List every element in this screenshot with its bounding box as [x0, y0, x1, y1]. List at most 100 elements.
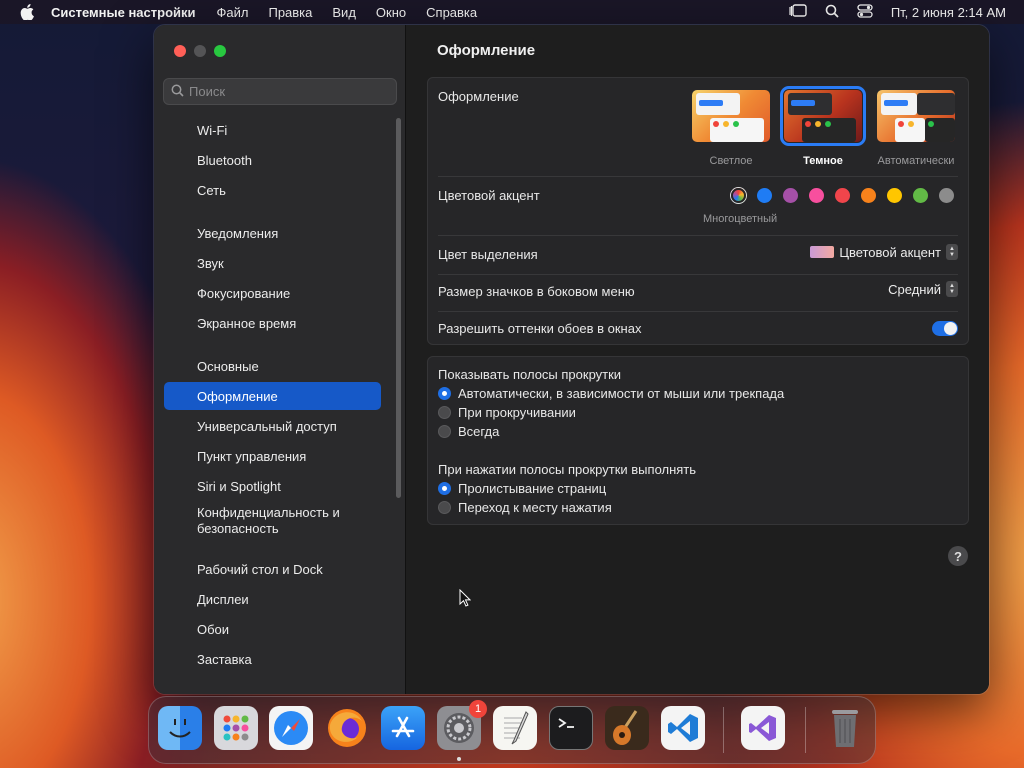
- menu-help[interactable]: Справка: [426, 5, 477, 20]
- mouse-cursor-icon: [459, 588, 472, 610]
- stage-manager-icon[interactable]: [789, 3, 807, 21]
- accent-orange-swatch[interactable]: [861, 188, 876, 203]
- scrollbars-auto-option[interactable]: Автоматически, в зависимости от мыши или…: [438, 386, 784, 401]
- search-input[interactable]: [189, 84, 389, 99]
- sidebar-item-label: Экранное время: [197, 315, 297, 331]
- sidebar-item-screen-time[interactable]: Экранное время: [164, 309, 381, 337]
- trash-icon[interactable]: [823, 706, 867, 750]
- sidebar-item-network[interactable]: Сеть: [164, 176, 381, 204]
- sidebar-item-label: Конфиденциальность и безопасность: [197, 505, 340, 536]
- sidebar-item-desktop-dock[interactable]: Рабочий стол и Dock: [164, 555, 381, 583]
- sidebar-item-label: Фокусирование: [197, 285, 291, 301]
- sidebar-scrollbar[interactable]: [396, 118, 401, 498]
- sidebar-item-screen-saver[interactable]: Заставка: [164, 645, 381, 673]
- menu-window[interactable]: Окно: [376, 5, 406, 20]
- radio-button[interactable]: [438, 425, 451, 438]
- sidebar-item-siri-spotlight[interactable]: Siri и Spotlight: [164, 472, 381, 500]
- visual-studio-icon[interactable]: [741, 706, 785, 750]
- close-button[interactable]: [174, 45, 186, 57]
- highlight-swatch: [810, 246, 835, 258]
- garageband-icon[interactable]: [605, 706, 649, 750]
- accent-green-swatch[interactable]: [913, 188, 928, 203]
- divider: [438, 176, 958, 177]
- sidebar-item-label: Обои: [197, 621, 230, 637]
- safari-icon[interactable]: [269, 706, 313, 750]
- sidebar-item-sound[interactable]: Звук: [164, 249, 381, 277]
- accent-pink-swatch[interactable]: [809, 188, 824, 203]
- theme-light-label: Светлое: [709, 155, 753, 167]
- theme-auto-option[interactable]: Автоматически: [876, 90, 956, 167]
- help-button[interactable]: ?: [948, 546, 968, 566]
- theme-light-option[interactable]: Светлое: [691, 90, 771, 167]
- radio-button[interactable]: [438, 387, 451, 400]
- sidebar-item-control-center[interactable]: Пункт управления: [164, 442, 381, 470]
- vscode-icon[interactable]: [661, 706, 705, 750]
- spotlight-search-icon[interactable]: [825, 4, 839, 21]
- menu-bar: Системные настройки Файл Правка Вид Окно…: [0, 0, 1024, 24]
- sidebar-item-general[interactable]: Основные: [164, 352, 381, 380]
- highlight-popup[interactable]: Цветовой акцент ▲ ▼: [810, 244, 958, 260]
- accent-multicolor-swatch[interactable]: [731, 188, 746, 203]
- system-settings-icon[interactable]: 1: [437, 700, 487, 750]
- click-page-option[interactable]: Пролистывание страниц: [438, 481, 606, 496]
- dock-separator: [723, 707, 724, 753]
- chevron-updown-icon: ▲ ▼: [946, 281, 958, 297]
- sidebar-item-bluetooth[interactable]: Bluetooth: [164, 146, 381, 174]
- click-spot-option[interactable]: Переход к месту нажатия: [438, 500, 612, 515]
- divider: [438, 311, 958, 312]
- radio-button[interactable]: [438, 501, 451, 514]
- scrollbars-always-option[interactable]: Всегда: [438, 424, 499, 439]
- radio-button[interactable]: [438, 406, 451, 419]
- menu-app-name[interactable]: Системные настройки: [51, 5, 196, 20]
- menu-file[interactable]: Файл: [217, 5, 249, 20]
- search-field[interactable]: [163, 78, 397, 105]
- theme-dark-label: Темное: [803, 155, 843, 167]
- sidebar-item-wifi[interactable]: Wi-Fi: [164, 116, 381, 144]
- app-store-icon[interactable]: [381, 706, 425, 750]
- terminal-icon[interactable]: [549, 706, 593, 750]
- accent-purple-swatch[interactable]: [783, 188, 798, 203]
- firefox-icon[interactable]: [325, 706, 369, 750]
- theme-dark-option[interactable]: Темное: [780, 86, 866, 167]
- dock: 1: [148, 696, 876, 764]
- sidebar-item-notifications[interactable]: Уведомления: [164, 219, 381, 247]
- accent-label: Цветовой акцент: [438, 188, 540, 203]
- sidebar-item-label: Рабочий стол и Dock: [197, 561, 323, 577]
- sidebar-item-appearance[interactable]: Оформление: [164, 382, 381, 410]
- sidebar-item-label: Сеть: [197, 182, 226, 198]
- icon-size-popup[interactable]: Средний ▲ ▼: [888, 281, 958, 297]
- launchpad-icon[interactable]: [214, 706, 258, 750]
- dock-separator: [805, 707, 806, 753]
- textedit-icon[interactable]: [493, 706, 537, 750]
- content-pane: Оформление Оформление Светлое Темное Авт…: [407, 25, 989, 694]
- wallpaper-tint-toggle[interactable]: [932, 321, 958, 336]
- apple-menu-icon[interactable]: [18, 3, 36, 21]
- menu-view[interactable]: Вид: [332, 5, 356, 20]
- menu-clock[interactable]: Пт, 2 июня 2:14 AM: [891, 5, 1006, 20]
- accent-blue-swatch[interactable]: [757, 188, 772, 203]
- menu-edit[interactable]: Правка: [268, 5, 312, 20]
- sidebar: Wi-Fi Bluetooth Сеть Уведомления Звук Фо…: [154, 25, 406, 694]
- sidebar-item-wallpaper[interactable]: Обои: [164, 615, 381, 643]
- accent-color-picker: [731, 188, 954, 203]
- scrollbar-panel: Показывать полосы прокрутки Автоматическ…: [427, 356, 969, 525]
- accent-yellow-swatch[interactable]: [887, 188, 902, 203]
- minimize-button[interactable]: [194, 45, 206, 57]
- radio-button[interactable]: [438, 482, 451, 495]
- control-center-icon[interactable]: [857, 3, 873, 21]
- sidebar-item-label: Основные: [197, 358, 259, 374]
- highlight-label: Цвет выделения: [438, 247, 538, 262]
- zoom-button[interactable]: [214, 45, 226, 57]
- icon-size-value: Средний: [888, 281, 941, 297]
- accent-graphite-swatch[interactable]: [939, 188, 954, 203]
- sidebar-item-label: Пункт управления: [197, 448, 307, 464]
- radio-label: При прокручивании: [458, 405, 576, 420]
- scrollbars-scrolling-option[interactable]: При прокручивании: [438, 405, 576, 420]
- sidebar-item-focus[interactable]: Фокусирование: [164, 279, 381, 307]
- finder-icon[interactable]: [158, 706, 202, 750]
- accent-red-swatch[interactable]: [835, 188, 850, 203]
- sidebar-item-displays[interactable]: Дисплеи: [164, 585, 381, 613]
- appearance-panel: Оформление Светлое Темное Автоматически …: [427, 77, 969, 345]
- sidebar-item-privacy-security[interactable]: Конфиденциальность и безопасность: [164, 503, 381, 539]
- sidebar-item-accessibility[interactable]: Универсальный доступ: [164, 412, 381, 440]
